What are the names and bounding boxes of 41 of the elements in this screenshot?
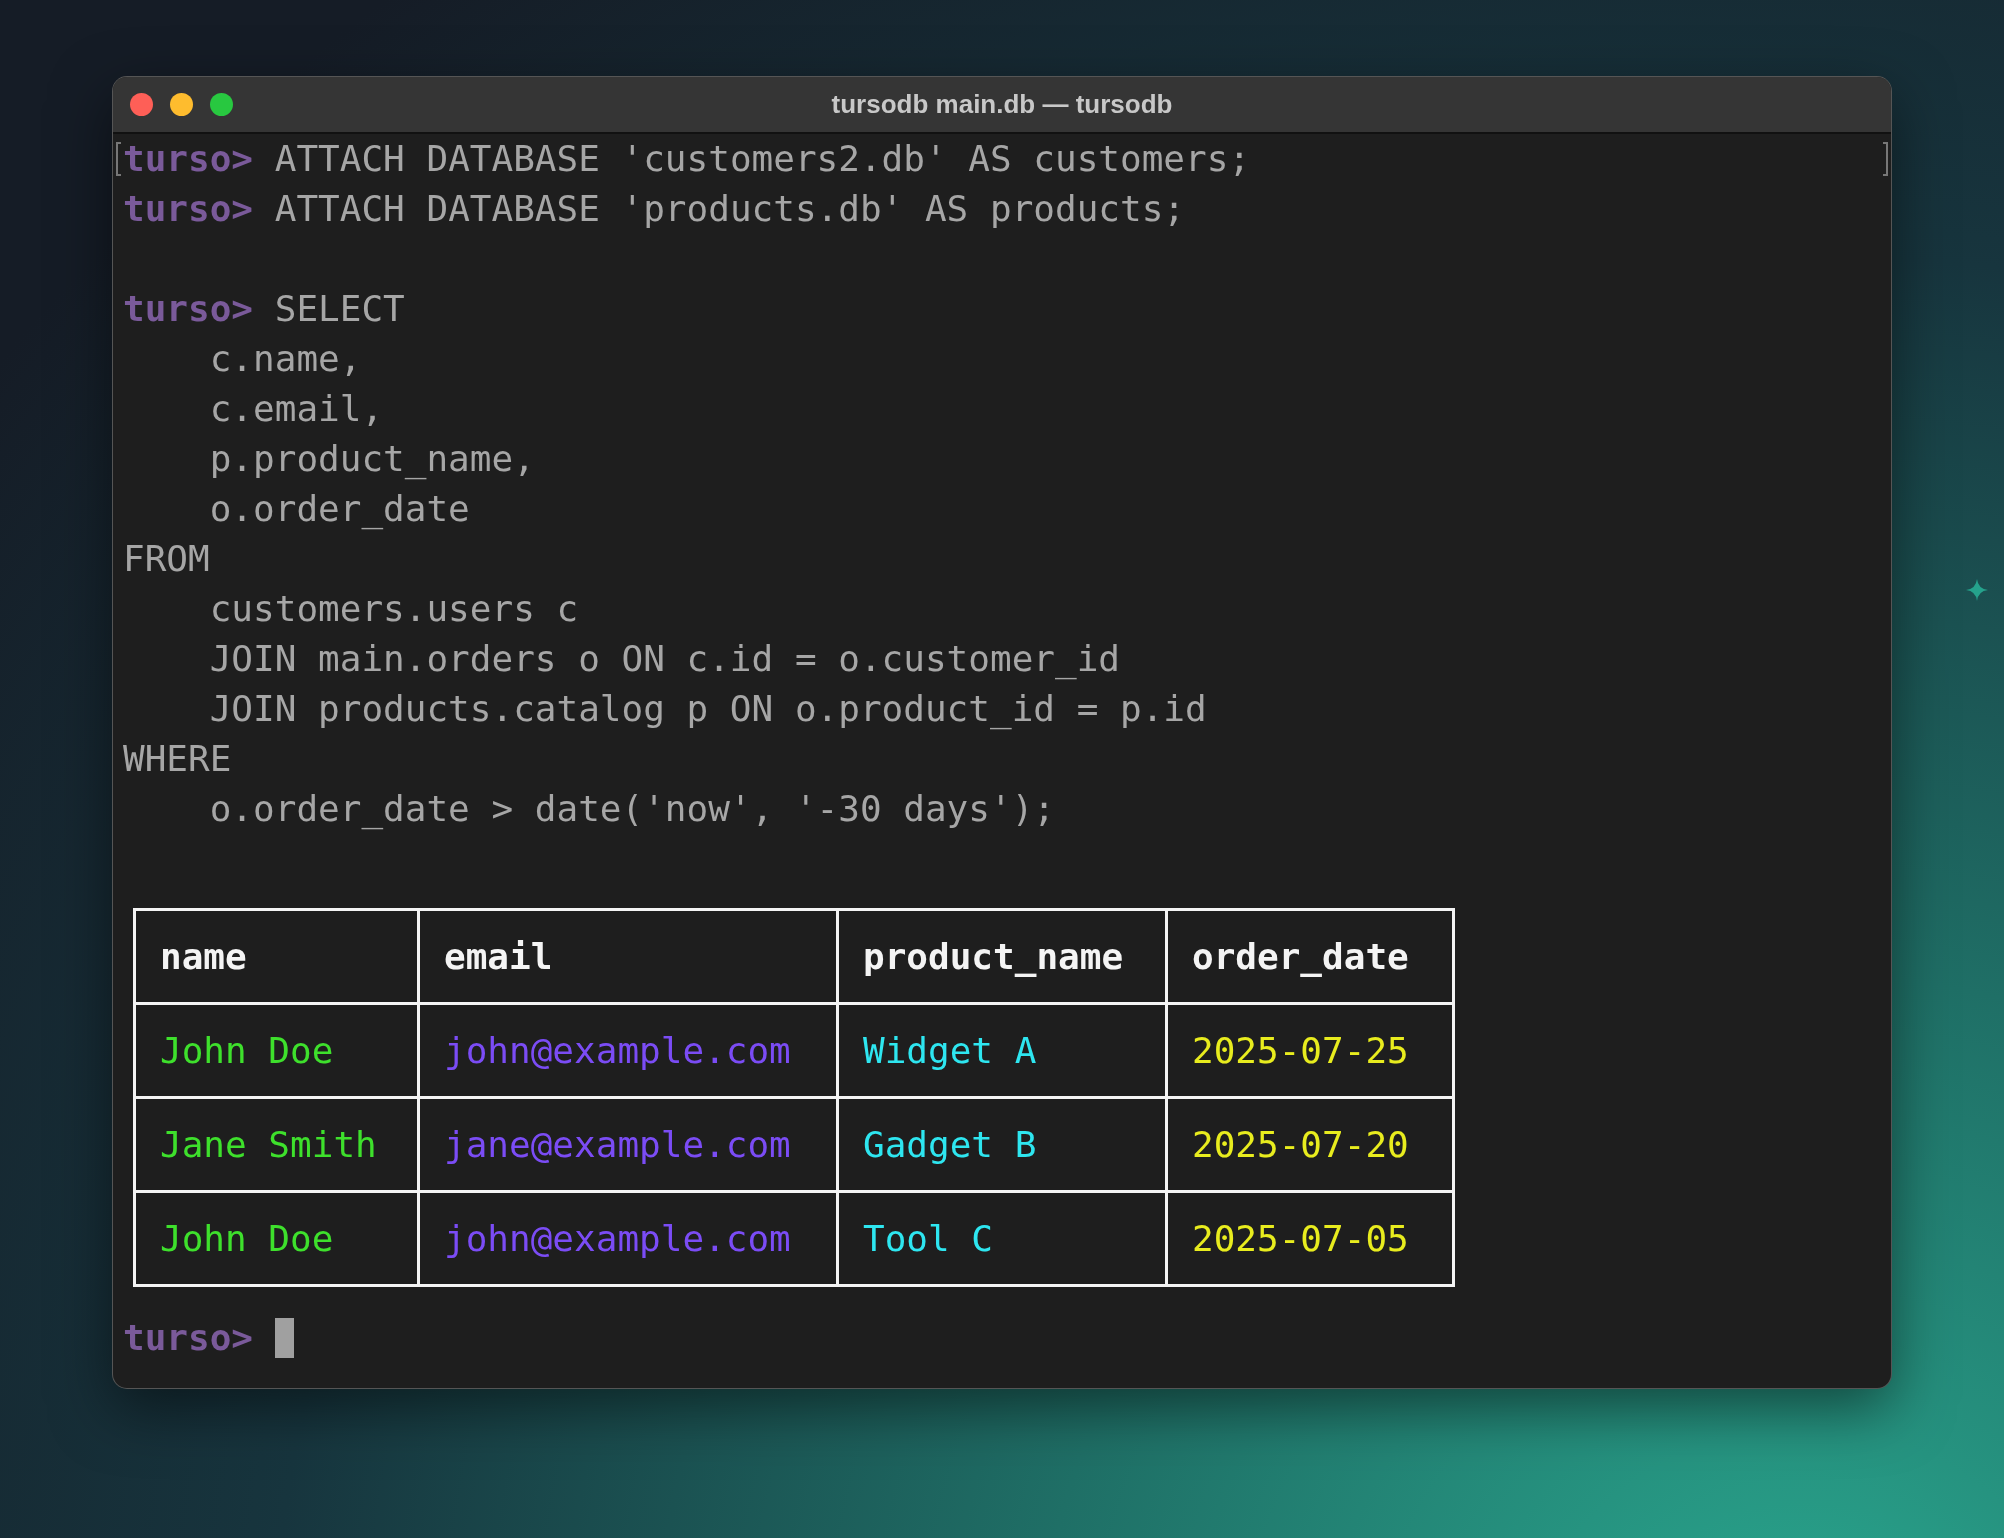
table-cell: Gadget B — [837, 1097, 1167, 1192]
column-header: product_name — [837, 909, 1167, 1004]
code-line: c.name, — [208, 337, 362, 381]
window-minimize-button[interactable] — [170, 93, 193, 116]
table-cell: 2025-07-25 — [1166, 1003, 1454, 1098]
command-text: ATTACH DATABASE 'customers2.db' AS customers; — [274, 137, 1251, 181]
code-line: c.email, — [208, 387, 384, 431]
prompt: turso> — [123, 1316, 254, 1360]
column-header: name — [134, 909, 419, 1004]
code-line: JOIN products.catalog p ON o.product_id = p.id — [208, 687, 1207, 732]
table-cell: John Doe — [134, 1191, 419, 1286]
window-zoom-button[interactable] — [210, 93, 233, 116]
table-cell: john@example.com — [418, 1003, 838, 1098]
code-line: customers.users c — [208, 587, 579, 631]
table-cell: Tool C — [837, 1191, 1167, 1286]
column-header: order_date — [1166, 909, 1454, 1004]
code-line: WHERE — [123, 737, 232, 781]
table-cell: Widget A — [837, 1003, 1167, 1098]
table-cell: john@example.com — [418, 1191, 838, 1286]
table-cell: Jane Smith — [134, 1097, 419, 1192]
column-header: email — [418, 909, 838, 1004]
bracket-mark-icon — [115, 142, 123, 176]
prompt: turso> — [123, 187, 254, 231]
prompt: turso> — [123, 137, 254, 181]
command-text: SELECT — [274, 287, 405, 331]
table-cell: 2025-07-20 — [1166, 1097, 1454, 1192]
code-line: o.order_date — [208, 487, 470, 532]
table-cell: jane@example.com — [418, 1097, 838, 1192]
prompt: turso> — [123, 287, 254, 331]
code-line: p.product_name, — [208, 437, 535, 482]
bracket-mark-icon — [1881, 142, 1889, 176]
code-line: JOIN main.orders o ON c.id = o.customer_id — [208, 637, 1120, 682]
sparkle-icon — [1966, 579, 1988, 601]
window-close-button[interactable] — [130, 93, 153, 116]
window-title: tursodb main.db — tursodb — [831, 89, 1173, 119]
cursor — [274, 1318, 294, 1358]
command-text: ATTACH DATABASE 'products.db' AS products; — [274, 187, 1186, 231]
code-line: FROM — [123, 537, 210, 581]
table-cell: 2025-07-05 — [1166, 1191, 1454, 1286]
code-line: o.order_date > date('now', '-30 days'); — [208, 787, 1055, 832]
table-cell: John Doe — [134, 1003, 419, 1098]
